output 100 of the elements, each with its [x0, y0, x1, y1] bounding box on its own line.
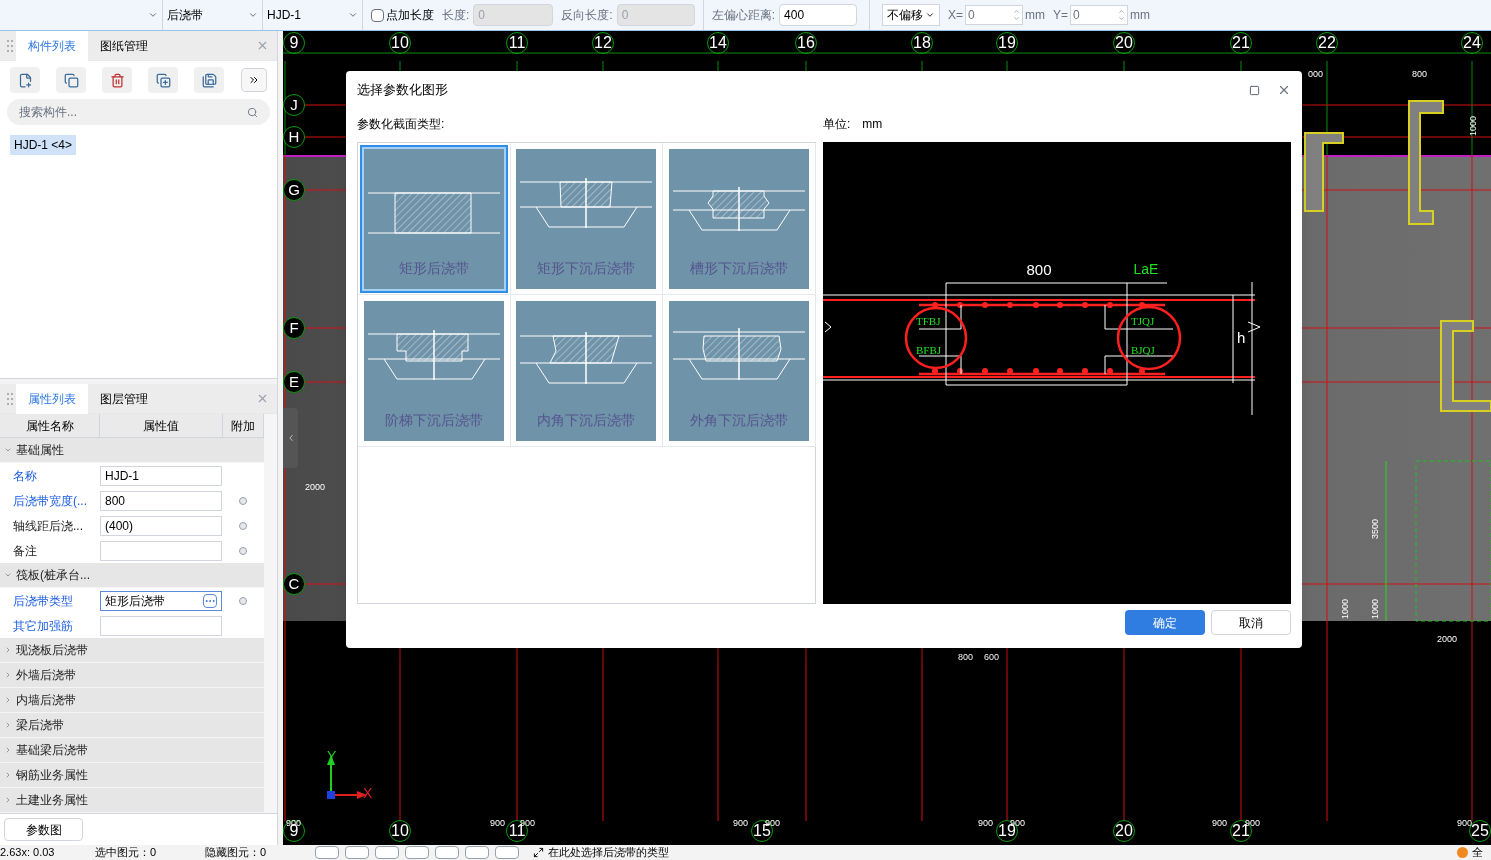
group-header[interactable]: 梁后浇带	[0, 713, 264, 738]
spinner-field[interactable]: 0	[1070, 5, 1129, 25]
snap-tool-button[interactable]	[315, 846, 339, 859]
drawing-canvas[interactable]	[283, 31, 1491, 845]
double-chevron-icon	[248, 74, 260, 86]
snap-tool-button[interactable]	[435, 846, 459, 859]
group-header[interactable]: 外墙后浇带	[0, 663, 264, 688]
group-header[interactable]: 现浇板后浇带	[0, 638, 264, 663]
attach-radio[interactable]	[239, 496, 247, 505]
dimension-text: 600	[984, 652, 1000, 663]
group-header[interactable]: 钢筋业务属性	[0, 763, 264, 788]
dimension-text: 900	[1212, 818, 1228, 829]
drag-handle-icon[interactable]	[4, 38, 16, 53]
collapse-handle[interactable]	[283, 408, 298, 468]
confirm-button[interactable]: 确定	[1125, 610, 1205, 635]
field-label: Y=	[1053, 7, 1069, 24]
attach-radio[interactable]	[239, 521, 247, 530]
expanded-caret-icon	[4, 446, 12, 454]
unit-value: mm	[862, 116, 883, 133]
spin-down-icon[interactable]	[1013, 15, 1021, 22]
caret-icon	[148, 10, 158, 20]
warning-icon	[1457, 847, 1468, 858]
cancel-button[interactable]: 取消	[1211, 610, 1291, 635]
file-plus-icon	[17, 72, 33, 88]
panel-tab[interactable]: 构件列表	[16, 30, 88, 61]
property-value-field[interactable]: HJD-1	[100, 465, 222, 486]
maximize-icon[interactable]	[1249, 84, 1260, 96]
duplicate-icon-button[interactable]	[148, 67, 178, 93]
spin-up-icon[interactable]	[1013, 8, 1021, 15]
dropdown[interactable]: 后浇带	[163, 0, 263, 30]
snap-tool-button[interactable]	[465, 846, 489, 859]
copy-icon-button[interactable]	[56, 67, 86, 93]
checkbox-label: 点加长度	[386, 7, 434, 24]
panel-tab[interactable]: 图层管理	[88, 383, 160, 414]
close-icon[interactable]	[256, 392, 269, 405]
property-name: 其它加强筋	[12, 617, 74, 635]
snap-tool-button[interactable]	[405, 846, 429, 859]
property-value-field[interactable]: 矩形后浇带	[100, 590, 222, 611]
coordinates-text: 2.63x: 0.03	[0, 845, 56, 860]
save-icon-button[interactable]	[194, 67, 224, 93]
spin-down-icon[interactable]	[1118, 15, 1126, 22]
snap-tool-button[interactable]	[345, 846, 369, 859]
close-icon[interactable]	[1277, 83, 1291, 97]
drag-handle-icon[interactable]	[4, 391, 16, 406]
property-name: 备注	[12, 542, 38, 560]
dimension-text: 2000	[305, 482, 326, 493]
group-header[interactable]: 土建业务属性	[0, 788, 264, 813]
spin-up-icon[interactable]	[1118, 8, 1126, 15]
close-icon[interactable]	[256, 39, 269, 52]
property-value-field[interactable]: (400)	[100, 515, 222, 536]
selected-count-text: 选中图元：0	[95, 845, 158, 860]
spinner-field[interactable]: 0	[965, 5, 1024, 25]
group-header[interactable]: 基础梁后浇带	[0, 738, 264, 763]
snap-tool-button[interactable]	[375, 846, 399, 859]
panel-tab[interactable]: 属性列表	[16, 383, 88, 414]
collapsed-caret-icon	[4, 746, 12, 754]
group-header[interactable]: 基础属性	[0, 438, 264, 463]
delete-icon-button[interactable]	[102, 67, 132, 93]
trash-icon	[109, 72, 125, 88]
search-field[interactable]: 搜索构件...	[7, 99, 270, 125]
checkbox[interactable]	[371, 8, 384, 22]
snap-tool-button[interactable]	[495, 846, 519, 859]
field-label: 长度:	[442, 7, 470, 24]
status-text: 全	[1472, 845, 1483, 860]
dropdown[interactable]: 不偏移	[882, 4, 941, 26]
field-label: 左偏心距离:	[711, 7, 776, 24]
dropdown[interactable]: HJD-1	[263, 0, 363, 30]
dimension-text: 900	[978, 818, 994, 829]
expand-button[interactable]	[241, 68, 267, 92]
offset-field[interactable]: 400	[779, 4, 858, 26]
column-header: 属性值	[100, 414, 223, 437]
property-value-field[interactable]	[100, 540, 222, 561]
collapsed-caret-icon	[4, 796, 12, 804]
more-icon[interactable]	[203, 593, 217, 608]
column-header: 属性名称	[0, 414, 100, 437]
dimension-text: 1000	[1340, 599, 1351, 620]
property-value-field[interactable]	[100, 615, 222, 636]
collapsed-caret-icon	[4, 671, 12, 679]
collapsed-caret-icon	[4, 696, 12, 704]
new-icon-button[interactable]	[10, 67, 40, 93]
collapsed-caret-icon	[4, 721, 12, 729]
attach-radio[interactable]	[239, 546, 247, 555]
save-icon	[201, 72, 217, 88]
rebar-label: TJQJ	[1131, 315, 1155, 327]
height-text: h	[1237, 329, 1246, 346]
width-dimension-text: 800	[1026, 261, 1052, 278]
group-header[interactable]: 内墙后浇带	[0, 688, 264, 713]
rebar-label: BJQJ	[1131, 344, 1155, 356]
axis-label: X	[363, 786, 373, 800]
dimension-text: 2000	[1437, 634, 1458, 645]
axis-bubble: H	[283, 126, 305, 148]
parameter-diagram-button[interactable]: 参数图	[4, 818, 83, 841]
panel-tab[interactable]: 图纸管理	[88, 30, 160, 61]
caret-icon	[348, 10, 358, 20]
dimension-text: 900	[733, 818, 749, 829]
component-item[interactable]: HJD-1 <4>	[10, 135, 77, 155]
copy-icon	[63, 72, 79, 88]
group-header[interactable]: 筏板(桩承台...	[0, 563, 264, 588]
attach-radio[interactable]	[239, 596, 247, 605]
property-value-field[interactable]: 800	[100, 490, 222, 511]
